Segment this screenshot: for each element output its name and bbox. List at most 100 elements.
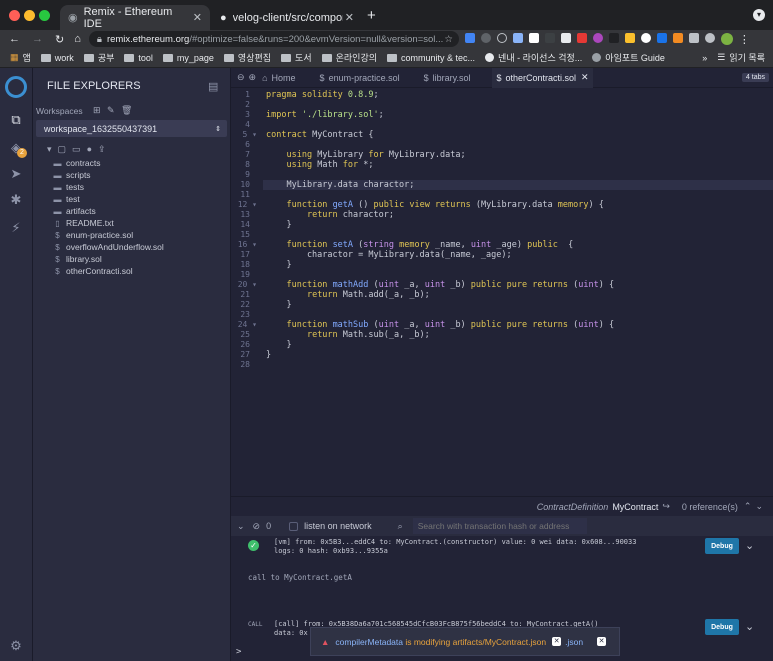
- bookmark-license[interactable]: 넨내 - 라이선스 걱정...: [485, 51, 582, 64]
- bookmark-community[interactable]: community & tec...: [387, 53, 475, 63]
- bookmark-apps[interactable]: ▦ 앱: [10, 51, 31, 64]
- expand-tx-icon[interactable]: ⌄: [745, 620, 754, 633]
- remix-logo-icon[interactable]: [5, 76, 27, 98]
- code-line: import './library.sol';: [266, 110, 384, 120]
- bookmark-tool[interactable]: tool: [124, 53, 153, 63]
- delete-workspace-icon[interactable]: 🗑︎: [121, 105, 132, 116]
- tab-library[interactable]: $ library.sol: [424, 73, 471, 83]
- tree-file[interactable]: ▯ README.txt: [53, 217, 229, 229]
- zoom-in-icon[interactable]: ⊕: [249, 72, 257, 83]
- edit-workspace-icon[interactable]: ✎: [107, 105, 115, 116]
- zoom-out-icon[interactable]: ⊖: [237, 72, 245, 83]
- line-number: 10: [240, 180, 250, 189]
- file-explorer-icon[interactable]: ⧉: [8, 112, 24, 128]
- debug-button[interactable]: Debug: [705, 619, 739, 635]
- music-icon[interactable]: [704, 32, 715, 43]
- next-reference-icon[interactable]: ⌄: [755, 501, 763, 512]
- close-tab-icon[interactable]: ✕: [581, 72, 589, 83]
- new-file-icon[interactable]: ▢: [58, 144, 67, 155]
- close-window-button[interactable]: [9, 10, 20, 21]
- tab-enum-practice[interactable]: $ enum-practice.sol: [320, 73, 400, 83]
- puzzle-icon[interactable]: [688, 32, 699, 43]
- clear-terminal-icon[interactable]: ⊘: [253, 521, 261, 532]
- plugin-manager-icon[interactable]: ⚡︎: [8, 220, 24, 236]
- extension-icon[interactable]: [624, 32, 635, 43]
- tree-file[interactable]: $ enum-practice.sol: [53, 229, 229, 241]
- tx-search-input[interactable]: [412, 518, 587, 534]
- code-editor[interactable]: 12345 ▾ 6 7 8 9 10 11 12 ▾ 13 14 15 16 ▾ 17 18 19 20 ▾ 2…: [231, 88, 773, 496]
- extension-icon[interactable]: [464, 32, 475, 43]
- expand-tx-icon[interactable]: ⌄: [745, 539, 754, 552]
- extension-icon[interactable]: [480, 32, 491, 43]
- star-icon[interactable]: ☆: [444, 34, 453, 45]
- reading-list[interactable]: ☰ 읽기 목록: [717, 51, 765, 64]
- forward-icon[interactable]: →: [32, 33, 43, 45]
- bookmark-books[interactable]: 도서: [281, 51, 312, 64]
- extension-icon[interactable]: [576, 32, 587, 43]
- workspace-select[interactable]: workspace_1632550437391 ⇕: [36, 120, 227, 137]
- more-bookmarks-icon[interactable]: »: [702, 53, 707, 63]
- tree-file[interactable]: $ overflowAndUnderflow.sol: [53, 241, 229, 253]
- close-tab-icon[interactable]: ✕: [193, 11, 202, 24]
- toast-verb: is modifying: [402, 636, 453, 647]
- back-icon[interactable]: ←: [9, 33, 20, 45]
- minimize-window-button[interactable]: [24, 10, 35, 21]
- collapse-caret-icon[interactable]: ▾: [47, 144, 52, 155]
- close-toast-icon[interactable]: ✕: [597, 637, 607, 646]
- menu-icon[interactable]: ⋮: [739, 33, 750, 46]
- go-to-definition-icon[interactable]: ↪: [662, 501, 670, 512]
- tree-file[interactable]: $ otherContracti.sol: [53, 265, 229, 277]
- tab-other-contracti[interactable]: $ otherContracti.sol ✕: [492, 67, 593, 88]
- tabs-count-badge[interactable]: 4 tabs: [741, 73, 769, 82]
- listen-checkbox[interactable]: [289, 521, 299, 531]
- tree-folder[interactable]: ▬ scripts: [53, 169, 229, 181]
- tab-home[interactable]: ⌂ Home: [262, 73, 295, 83]
- tx-log-line[interactable]: [vm] from: 0x5B3...eddC4 to: MyContract.…: [274, 538, 636, 546]
- maximize-window-button[interactable]: [39, 10, 50, 21]
- terminal-prompt[interactable]: >: [236, 647, 241, 657]
- bookmark-video[interactable]: 영상편집: [223, 51, 271, 64]
- github-icon[interactable]: ●: [87, 144, 92, 155]
- tab-search-icon[interactable]: ▾: [753, 9, 765, 21]
- tree-folder[interactable]: ▬ tests: [53, 181, 229, 193]
- url-field[interactable]: 🔒︎ remix.ethereum.org /#optimize=false&r…: [88, 31, 459, 47]
- extension-icon[interactable]: [512, 32, 523, 43]
- new-folder-icon[interactable]: ▭: [72, 144, 81, 155]
- debugger-icon[interactable]: ✱: [8, 192, 24, 208]
- home-icon[interactable]: ⌂: [74, 33, 81, 45]
- create-workspace-icon[interactable]: ⊞: [93, 105, 101, 116]
- profile-avatar-icon[interactable]: [720, 32, 733, 45]
- bookmark-iamport[interactable]: 아임포트 Guide: [592, 51, 665, 64]
- tree-folder[interactable]: ▬ contracts: [53, 157, 229, 169]
- extension-icon[interactable]: [528, 32, 539, 43]
- extension-icon[interactable]: [496, 32, 507, 43]
- bookmark-my-page[interactable]: my_page: [162, 53, 214, 63]
- bookmark-work[interactable]: work: [40, 53, 74, 63]
- tree-folder[interactable]: ▬ artifacts: [53, 205, 229, 217]
- browser-tab-velog[interactable]: ● velog-client/src/components a ✕: [212, 5, 362, 30]
- close-toast-icon[interactable]: ✕: [552, 637, 562, 646]
- extension-icon[interactable]: [640, 32, 651, 43]
- extension-icon[interactable]: [608, 32, 619, 43]
- bookmark-online-lecture[interactable]: 온라인강의: [321, 51, 377, 64]
- extension-icon[interactable]: [560, 32, 571, 43]
- tree-file[interactable]: $ library.sol: [53, 253, 229, 265]
- upload-icon[interactable]: ⇪: [98, 144, 106, 155]
- panel-doc-icon[interactable]: ▤: [208, 80, 218, 93]
- tree-folder[interactable]: ▬ test: [53, 193, 229, 205]
- extension-icon[interactable]: [544, 32, 555, 43]
- extension-icon[interactable]: [672, 32, 683, 43]
- bookmark-study[interactable]: 공부: [83, 51, 114, 64]
- settings-gear-icon[interactable]: ⚙: [8, 638, 24, 654]
- extension-icon[interactable]: [592, 32, 603, 43]
- debug-button[interactable]: Debug: [705, 538, 739, 554]
- new-tab-button[interactable]: +: [367, 7, 376, 24]
- browser-tab-remix[interactable]: ◉ Remix - Ethereum IDE ✕: [60, 5, 210, 30]
- deploy-run-icon[interactable]: ➤: [8, 166, 24, 182]
- extension-icon[interactable]: [656, 32, 667, 43]
- collapse-terminal-icon[interactable]: ⌄: [237, 521, 245, 532]
- close-tab-icon[interactable]: ✕: [345, 11, 354, 24]
- line-number: 18: [240, 260, 250, 269]
- prev-reference-icon[interactable]: ⌃: [744, 501, 752, 512]
- reload-icon[interactable]: ↻: [55, 33, 64, 46]
